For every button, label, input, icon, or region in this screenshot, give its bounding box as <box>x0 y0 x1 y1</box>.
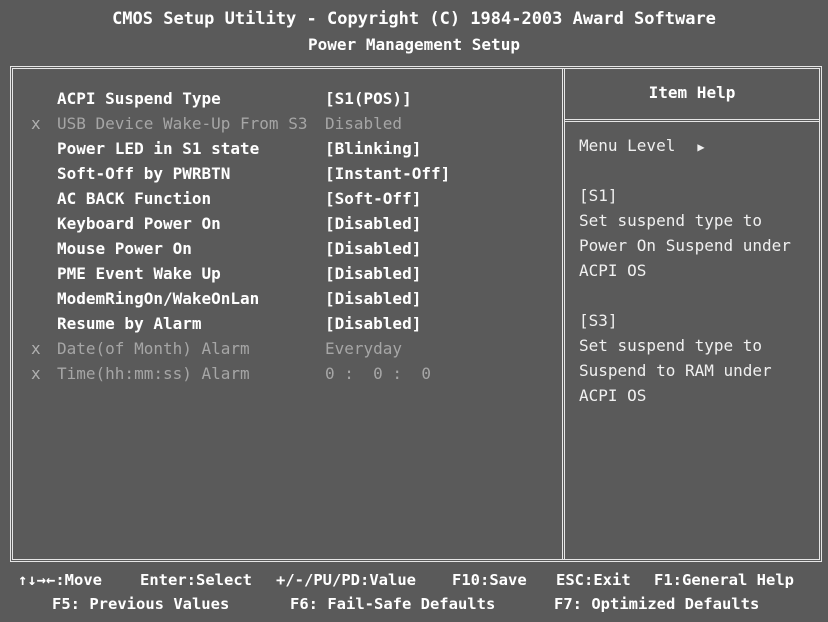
setting-row[interactable]: Mouse Power On [Disabled] <box>31 236 561 261</box>
help-line: Suspend to RAM under <box>579 361 772 380</box>
arrow-right-icon: ▶ <box>697 140 705 154</box>
panel-divider <box>562 69 565 559</box>
setting-value: Disabled <box>325 114 403 133</box>
setting-row[interactable]: AC BACK Function [Soft-Off] <box>31 186 561 211</box>
setting-row[interactable]: Power LED in S1 state [Blinking] <box>31 136 561 161</box>
setting-value[interactable]: [Blinking] <box>325 136 421 161</box>
help-line: [S3] <box>579 311 618 330</box>
help-line: Power On Suspend under <box>579 236 791 255</box>
help-line: Set suspend type to <box>579 336 763 355</box>
disabled-marker: x <box>31 114 41 133</box>
key-optimized-defaults: F7: Optimized Defaults <box>554 595 760 613</box>
setting-label: USB Device Wake-Up From S3 <box>57 114 308 133</box>
header: CMOS Setup Utility - Copyright (C) 1984-… <box>0 0 828 64</box>
setting-label: Soft-Off by PWRBTN <box>57 164 231 183</box>
setting-label: Power LED in S1 state <box>57 139 260 158</box>
setting-value: 0 : 0 : 0 <box>325 364 431 383</box>
app-title: CMOS Setup Utility - Copyright (C) 1984-… <box>112 9 716 29</box>
setting-value[interactable]: [Disabled] <box>325 311 421 336</box>
help-line: Set suspend type to <box>579 211 763 230</box>
setting-label: Resume by Alarm <box>57 314 202 333</box>
setting-label: Time(hh:mm:ss) Alarm <box>57 364 250 383</box>
setting-value: Everyday <box>325 339 403 358</box>
help-line: [S1] <box>579 186 618 205</box>
setting-value[interactable]: [Disabled] <box>325 236 421 261</box>
setting-row[interactable]: Resume by Alarm [Disabled] <box>31 311 561 336</box>
disabled-marker: x <box>31 364 41 383</box>
key-save: F10:Save <box>452 571 527 589</box>
menu-level: Menu Level ▶ <box>579 133 828 158</box>
setting-value[interactable]: [Disabled] <box>325 261 421 286</box>
setting-label: ACPI Suspend Type <box>57 89 221 108</box>
setting-value[interactable]: [Disabled] <box>325 211 421 236</box>
setting-label: Mouse Power On <box>57 239 192 258</box>
help-line: ACPI OS <box>579 386 647 405</box>
key-exit: ESC:Exit <box>556 571 631 589</box>
key-move: ↑↓→←:Move <box>18 571 102 589</box>
settings-list: ACPI Suspend Type [S1(POS)] x USB Device Wa… <box>31 86 561 386</box>
key-legend: ↑↓→←:Move Enter:Select +/-/PU/PD:Value F… <box>0 568 828 622</box>
key-enter: Enter:Select <box>140 571 252 589</box>
setting-value[interactable]: [S1(POS)] <box>325 86 412 111</box>
page-title: Power Management Setup <box>308 35 520 54</box>
help-text: [S1] Set suspend type to Power On Suspend … <box>579 158 828 408</box>
setting-label: AC BACK Function <box>57 189 212 208</box>
setting-value[interactable]: [Disabled] <box>325 286 421 311</box>
setting-value[interactable]: [Instant-Off] <box>325 161 450 186</box>
help-separator <box>565 119 819 122</box>
setting-label: Keyboard Power On <box>57 214 221 233</box>
setting-value[interactable]: [Soft-Off] <box>325 186 421 211</box>
setting-row[interactable]: ModemRingOn/WakeOnLan [Disabled] <box>31 286 561 311</box>
setting-row: x USB Device Wake-Up From S3 Disabled <box>31 111 561 136</box>
help-title: Item Help <box>648 83 736 102</box>
disabled-marker: x <box>31 339 41 358</box>
setting-label: Date(of Month) Alarm <box>57 339 250 358</box>
main-frame: ACPI Suspend Type [S1(POS)] x USB Device Wa… <box>10 66 822 562</box>
key-failsafe-defaults: F6: Fail-Safe Defaults <box>290 595 496 613</box>
setting-row[interactable]: Keyboard Power On [Disabled] <box>31 211 561 236</box>
setting-label: ModemRingOn/WakeOnLan <box>57 289 260 308</box>
setting-label: PME Event Wake Up <box>57 264 221 283</box>
setting-row: x Time(hh:mm:ss) Alarm 0 : 0 : 0 <box>31 361 561 386</box>
menu-level-label: Menu Level <box>579 136 676 155</box>
setting-row: x Date(of Month) Alarm Everyday <box>31 336 561 361</box>
key-previous-values: F5: Previous Values <box>52 595 230 613</box>
help-panel: Menu Level ▶ [S1] Set suspend type to Power… <box>579 133 828 408</box>
setting-row[interactable]: Soft-Off by PWRBTN [Instant-Off] <box>31 161 561 186</box>
key-help: F1:General Help <box>654 571 794 589</box>
setting-row[interactable]: PME Event Wake Up [Disabled] <box>31 261 561 286</box>
help-line <box>579 158 828 183</box>
setting-row[interactable]: ACPI Suspend Type [S1(POS)] <box>31 86 561 111</box>
key-value: +/-/PU/PD:Value <box>276 571 416 589</box>
help-line <box>579 283 828 308</box>
bios-screen: CMOS Setup Utility - Copyright (C) 1984-… <box>0 0 828 622</box>
help-line: ACPI OS <box>579 261 647 280</box>
